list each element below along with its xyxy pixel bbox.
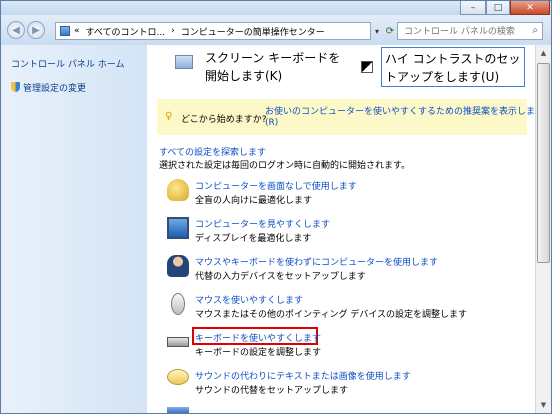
contrast-icon [361, 61, 373, 73]
item-description: 全盲の人向けに最適化します [195, 196, 313, 206]
close-button[interactable]: ✕ [510, 1, 550, 15]
back-button[interactable]: ◀ [7, 21, 25, 39]
item-title[interactable]: コンピューターを画面なしで使用します [195, 179, 357, 192]
list-item[interactable]: マウスを使いやすくします マウスまたはその他のポインティング デバイスの設定を調… [167, 293, 527, 323]
item-description: キーボードの設定を調整します [195, 348, 322, 358]
high-contrast-label-line2: トアップをします(U) [385, 70, 500, 84]
high-contrast-option[interactable]: ハイ コントラストのセッ トアップをします(U) [359, 47, 529, 89]
admin-settings-label: 管理設定の変更 [23, 84, 87, 94]
recommendation-link-key[interactable]: (R) [265, 118, 278, 128]
left-pane: コントロール パネル ホーム 管理設定の変更 [1, 45, 147, 413]
search-box[interactable]: ⌕ [397, 22, 543, 40]
keyboard-icon [175, 55, 193, 69]
list-item[interactable]: コンピューターを見やすくします ディスプレイを最適化します [167, 217, 527, 247]
on-screen-keyboard-option[interactable]: スクリーン キーボードを 開始します(K) [175, 47, 365, 89]
high-contrast-label-line1: ハイ コントラストのセッ [385, 52, 521, 66]
shield-icon [11, 82, 20, 92]
control-panel-home-link[interactable]: コントロール パネル ホーム [11, 57, 124, 70]
no-display-icon [167, 179, 189, 201]
address-icon [60, 26, 70, 36]
back-arrow-icon: ◀ [12, 24, 20, 36]
search-input[interactable] [402, 24, 526, 40]
breadcrumb-ease-of-access[interactable]: コンピューターの簡単操作センター [181, 25, 325, 38]
breadcrumb-all-items[interactable]: すべてのコントロ... [86, 25, 166, 38]
mouse-icon [171, 293, 185, 315]
item-title[interactable]: マウスやキーボードを使わずにコンピューターを使用します [195, 255, 438, 268]
monitor-icon [167, 217, 189, 239]
refresh-button[interactable]: ⟳ [383, 22, 397, 40]
list-item[interactable]: サウンドの代わりにテキストまたは画像を使用します サウンドの代替をセットアップし… [167, 369, 527, 399]
settings-note: 選択された設定は毎回のログオン時に自動的に開始されます。 [159, 161, 411, 171]
title-bar: – □ ✕ [1, 1, 551, 15]
lightbulb-icon: ♀ [165, 111, 173, 122]
list-item[interactable]: マウスやキーボードを使わずにコンピューターを使用します 代替の入力デバイスをセッ… [167, 255, 527, 285]
forward-arrow-icon: ▶ [32, 24, 40, 36]
item-title[interactable]: キーボードを使いやすくします [195, 331, 321, 344]
navigation-bar: ◀ ▶ « すべてのコントロ... › コンピューターの簡単操作センター ▾ ⟳… [1, 15, 551, 45]
search-icon[interactable]: ⌕ [532, 25, 538, 36]
item-description: ディスプレイを最適化します [195, 234, 312, 244]
admin-settings-link[interactable]: 管理設定の変更 [11, 81, 86, 94]
address-overflow[interactable]: « [74, 26, 80, 36]
recommendation-link[interactable]: お使いのコンピューターを使いやすくするための推奨案を表示します [265, 104, 535, 117]
item-description: 代替の入力デバイスをセットアップします [195, 272, 366, 282]
osk-label-line1: スクリーン キーボードを [205, 51, 341, 65]
item-description: サウンドの代替をセットアップします [195, 386, 349, 396]
item-title[interactable]: マウスを使いやすくします [195, 293, 303, 306]
content-pane: スクリーン キーボードを 開始します(K) ハイ コントラストのセッ トアップを… [147, 45, 535, 413]
address-dropdown-button[interactable]: ▾ [371, 22, 383, 40]
scroll-up-button[interactable]: ▲ [536, 45, 551, 61]
list-item[interactable]: コンピューターを画面なしで使用します 全盲の人向けに最適化します [167, 179, 527, 209]
minimize-button[interactable]: – [460, 1, 486, 15]
item-description: マウスまたはその他のポインティング デバイスの設定を調整します [195, 310, 468, 320]
speech-bubble-icon [167, 369, 189, 385]
maximize-button[interactable]: □ [486, 1, 510, 15]
next-item-partial [167, 407, 189, 413]
keyboard-icon [167, 337, 189, 347]
tip-label: どこから始めますか? [181, 115, 267, 125]
user-icon [167, 255, 189, 277]
explore-all-settings-heading: すべての設定を探索します [159, 148, 267, 158]
scroll-thumb[interactable] [537, 63, 550, 263]
recommendation-tip: ♀ どこから始めますか? お使いのコンピューターを使いやすくするための推奨案を表… [157, 99, 535, 135]
control-panel-window: – □ ✕ ◀ ▶ « すべてのコントロ... › コンピューターの簡単操作セン… [0, 0, 552, 414]
vertical-scrollbar[interactable]: ▲ ▼ [535, 45, 551, 413]
osk-label-line2: 開始します(K) [205, 69, 283, 83]
breadcrumb-separator[interactable]: › [171, 26, 175, 36]
address-bar[interactable]: « すべてのコントロ... › コンピューターの簡単操作センター [55, 22, 371, 40]
forward-button[interactable]: ▶ [27, 21, 45, 39]
scroll-down-button[interactable]: ▼ [536, 397, 551, 413]
list-item[interactable]: キーボードを使いやすくします キーボードの設定を調整します [167, 327, 527, 361]
item-title[interactable]: コンピューターを見やすくします [195, 217, 330, 230]
item-title[interactable]: サウンドの代わりにテキストまたは画像を使用します [195, 369, 411, 382]
